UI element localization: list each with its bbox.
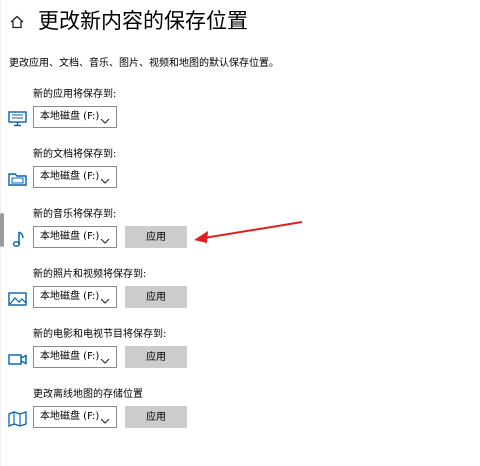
music-apply-button[interactable]: 应用: [125, 226, 187, 248]
section-label: 新的照片和视频将保存到:: [33, 269, 147, 280]
dropdown-value: 本地磁盘 (F:): [40, 351, 100, 362]
dropdown-value: 本地磁盘 (F:): [40, 231, 100, 242]
section-label: 新的电影和电视节目将保存到:: [33, 329, 167, 340]
movies-drive-dropdown[interactable]: 本地磁盘 (F:): [33, 346, 117, 368]
photos-apply-button[interactable]: 应用: [125, 286, 187, 308]
chevron-down-icon: [100, 353, 110, 364]
music-note-icon: [7, 230, 29, 248]
map-icon: [7, 410, 29, 428]
chevron-down-icon: [100, 413, 110, 424]
section-label: 新的应用将保存到:: [33, 89, 117, 100]
dropdown-value: 本地磁盘 (F:): [40, 291, 100, 302]
home-icon[interactable]: [9, 14, 25, 30]
page-description: 更改应用、文档、音乐、图片、视频和地图的默认保存位置。: [9, 58, 279, 69]
picture-icon: [7, 290, 29, 308]
dropdown-value: 本地磁盘 (F:): [40, 111, 100, 122]
section-documents: 新的文档将保存到: 本地磁盘 (F:): [0, 148, 480, 204]
section-label: 新的文档将保存到:: [33, 149, 117, 160]
monitor-icon: [7, 110, 29, 128]
chevron-down-icon: [100, 293, 110, 304]
dropdown-value: 本地磁盘 (F:): [40, 171, 100, 182]
chevron-down-icon: [100, 173, 110, 184]
apps-drive-dropdown[interactable]: 本地磁盘 (F:): [33, 106, 117, 128]
section-maps: 更改离线地图的存储位置 本地磁盘 (F:) 应用: [0, 388, 480, 444]
section-movies: 新的电影和电视节目将保存到: 本地磁盘 (F:) 应用: [0, 328, 480, 384]
page-title: 更改新内容的保存位置: [38, 9, 248, 33]
maps-apply-button[interactable]: 应用: [125, 406, 187, 428]
maps-drive-dropdown[interactable]: 本地磁盘 (F:): [33, 406, 117, 428]
section-apps: 新的应用将保存到: 本地磁盘 (F:): [0, 88, 480, 144]
chevron-down-icon: [100, 233, 110, 244]
photos-drive-dropdown[interactable]: 本地磁盘 (F:): [33, 286, 117, 308]
movies-apply-button[interactable]: 应用: [125, 346, 187, 368]
section-label: 新的音乐将保存到:: [33, 209, 117, 220]
documents-drive-dropdown[interactable]: 本地磁盘 (F:): [33, 166, 117, 188]
music-drive-dropdown[interactable]: 本地磁盘 (F:): [33, 226, 117, 248]
document-folder-icon: [7, 170, 29, 188]
video-camera-icon: [7, 350, 29, 368]
chevron-down-icon: [100, 113, 110, 124]
section-photos: 新的照片和视频将保存到: 本地磁盘 (F:) 应用: [0, 268, 480, 324]
dropdown-value: 本地磁盘 (F:): [40, 411, 100, 422]
red-arrow-annotation: [194, 221, 303, 243]
section-label: 更改离线地图的存储位置: [33, 389, 143, 400]
